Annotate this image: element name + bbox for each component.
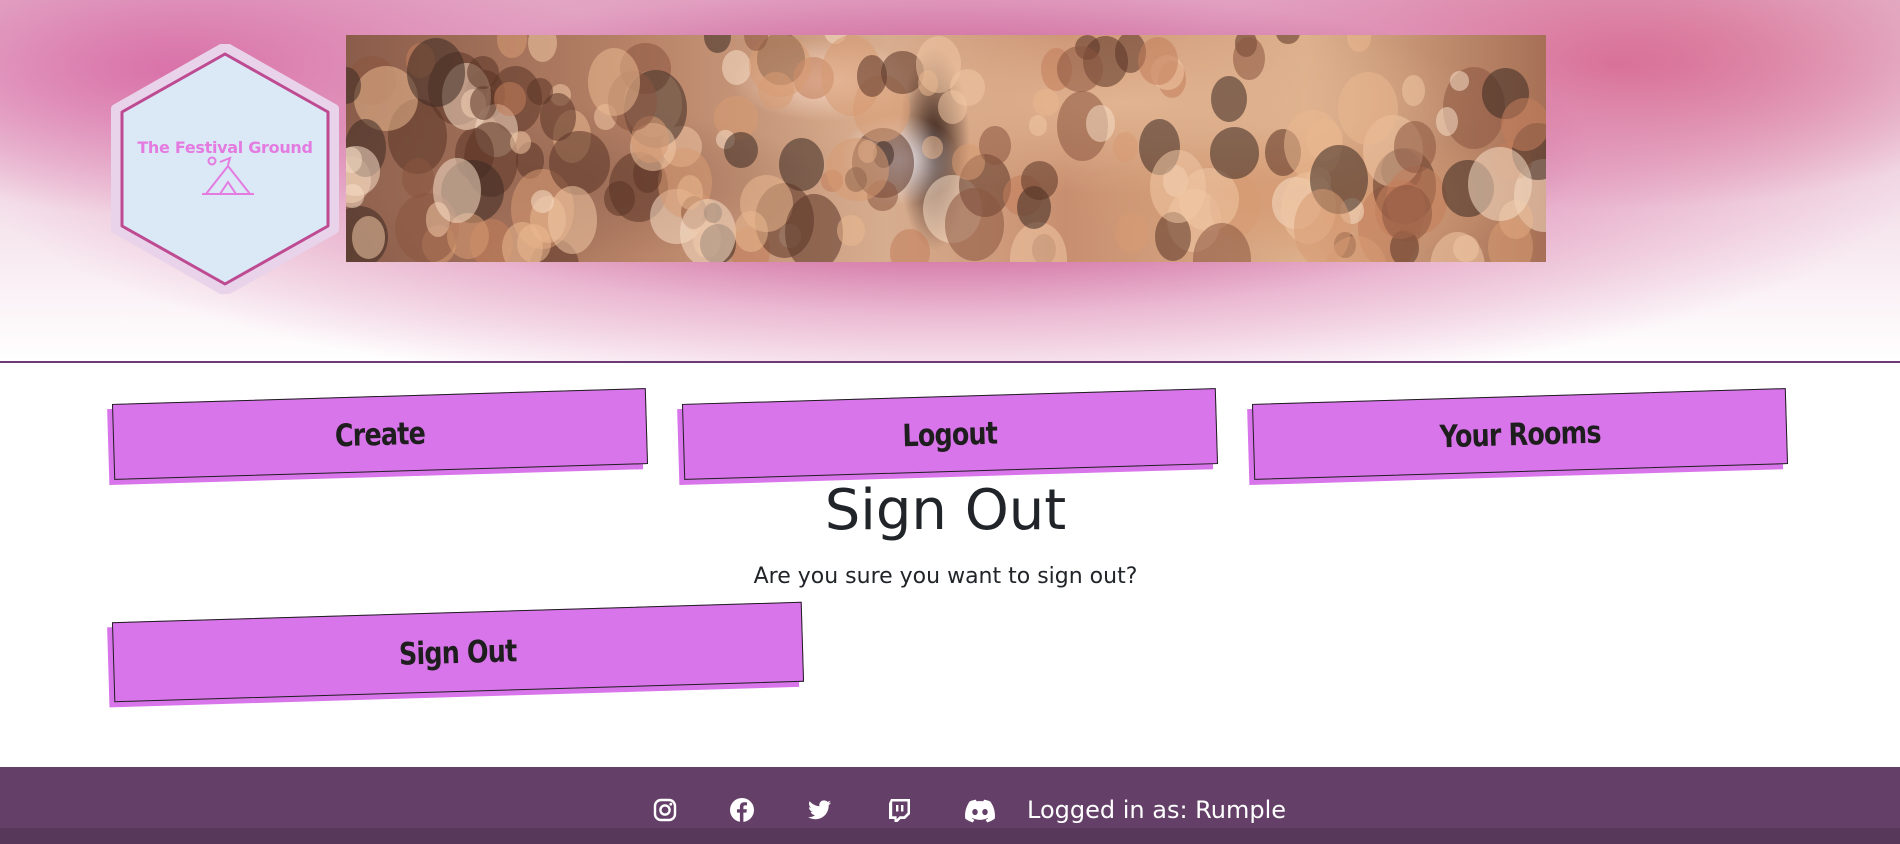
banner-crowd-texture: [784, 193, 843, 262]
banner-crowd-texture: [351, 216, 386, 260]
banner-crowd-texture: [1382, 184, 1433, 242]
banner-crowd-texture: [703, 35, 732, 53]
banner-crowd-texture: [1138, 36, 1178, 85]
banner-crowd-texture: [1401, 75, 1426, 107]
banner-crowd-texture: [836, 214, 866, 247]
your-rooms-button-label: Your Rooms: [1439, 414, 1602, 456]
banner-crowd-texture: [921, 135, 943, 159]
tent-icon: [202, 156, 254, 195]
banner-crowd-texture: [1028, 115, 1048, 137]
banner-crowd-texture: [722, 49, 752, 85]
banner-crowd-texture: [526, 77, 553, 105]
banner-crowd-texture: [509, 130, 531, 154]
banner-crowd-texture: [1449, 71, 1470, 91]
twitch-icon[interactable]: [886, 797, 912, 823]
banner-crowd-texture: [1429, 232, 1485, 262]
banner-crowd-texture: [401, 158, 434, 199]
banner-crowd-texture: [1115, 213, 1150, 254]
create-button-label: Create: [334, 415, 426, 455]
banner-crowd-texture: [1010, 222, 1068, 262]
banner-crowd-texture: [826, 137, 889, 201]
logo-title: The Festival Ground: [137, 138, 313, 157]
banner-crowd-texture: [676, 174, 704, 211]
sign-out-button[interactable]: Sign Out: [111, 601, 805, 703]
banner-crowd-texture: [758, 71, 794, 110]
banner-crowd-texture: [1020, 160, 1059, 200]
banner-crowd-texture: [1056, 46, 1103, 93]
banner-crowd-texture: [949, 69, 986, 106]
banner-crowd-texture: [531, 189, 554, 213]
banner-crowd-texture: [469, 85, 498, 120]
page-subtitle: Are you sure you want to sign out?: [753, 564, 1138, 589]
banner-crowd-texture: [1233, 36, 1265, 81]
banner-crowd-texture: [433, 157, 481, 224]
banner-crowd-texture: [1347, 35, 1372, 53]
footer-bottom-strip: [0, 828, 1900, 844]
banner-crowd-texture: [1033, 89, 1059, 116]
banner-crowd-texture: [979, 125, 1011, 165]
banner-crowd-texture: [944, 188, 1005, 261]
banner-crowd-texture: [889, 229, 931, 262]
logged-in-status: Logged in as: Rumple: [1027, 796, 1287, 824]
logout-button[interactable]: Logout: [681, 388, 1219, 480]
header-divider: [0, 361, 1900, 364]
banner-crowd-texture: [1275, 35, 1300, 45]
banner-crowd-texture: [467, 55, 499, 89]
banner-crowd-texture: [734, 210, 768, 253]
banner-crowd-texture: [587, 48, 640, 116]
banner-crowd-texture: [724, 131, 759, 169]
festival-crowd-banner: [346, 35, 1546, 262]
page-title: Sign Out: [824, 478, 1067, 543]
facebook-icon[interactable]: [729, 797, 755, 823]
banner-crowd-texture: [917, 69, 938, 96]
instagram-icon[interactable]: [652, 797, 678, 823]
create-button[interactable]: Create: [111, 388, 649, 480]
banner-crowd-texture: [494, 82, 526, 116]
your-rooms-button[interactable]: Your Rooms: [1251, 388, 1789, 480]
banner-crowd-texture: [528, 35, 557, 62]
page: The Festival Ground Create Logout Your R…: [0, 0, 1900, 844]
twitter-icon[interactable]: [807, 797, 833, 823]
banner-crowd-texture: [497, 35, 527, 59]
banner-crowd-texture: [856, 55, 888, 98]
discord-icon[interactable]: [965, 797, 995, 823]
logout-button-label: Logout: [902, 415, 998, 455]
banner-crowd-texture: [547, 186, 597, 254]
banner-crowd-texture: [1294, 189, 1352, 262]
banner-crowd-texture: [1086, 104, 1116, 143]
banner-crowd-texture: [549, 130, 610, 196]
sign-out-button-label: Sign Out: [398, 633, 518, 673]
banner-crowd-texture: [1338, 72, 1399, 145]
banner-crowd-texture: [1500, 98, 1546, 152]
banner-crowd-texture: [1468, 147, 1532, 222]
header: The Festival Ground: [0, 0, 1900, 361]
banner-crowd-texture: [1113, 132, 1139, 163]
banner-crowd-texture: [1210, 75, 1247, 122]
banner-crowd-texture: [1209, 126, 1260, 179]
banner-crowd-texture: [604, 181, 635, 217]
banner-crowd-texture: [406, 38, 466, 107]
logo[interactable]: The Festival Ground: [110, 44, 340, 294]
banner-crowd-texture: [1393, 120, 1437, 173]
